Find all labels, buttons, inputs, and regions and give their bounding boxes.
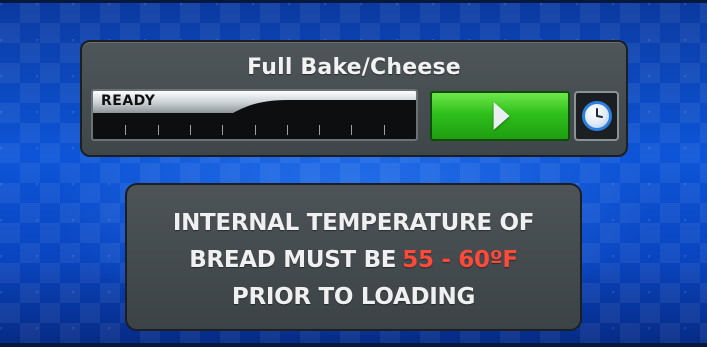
status-label: READY	[101, 93, 156, 109]
progress-tick	[189, 125, 191, 135]
progress-ticks	[93, 125, 416, 135]
progress-tick	[286, 125, 288, 135]
notice-panel: INTERNAL TEMPERATURE OF BREAD MUST BE 55 …	[125, 183, 582, 331]
program-title: Full Bake/Cheese	[247, 55, 461, 80]
notice-line-2-prefix: BREAD MUST BE	[189, 247, 397, 273]
progress-tick	[351, 125, 353, 135]
oven-screen: Full Bake/Cheese READY INTERNAL TEMPERAT…	[0, 0, 707, 347]
temperature-range: 55 - 60ºF	[402, 247, 518, 273]
notice-line-3: PRIOR TO LOADING	[231, 284, 476, 310]
progress-tick	[125, 125, 127, 135]
progress-tick	[254, 125, 256, 135]
progress-tick	[157, 125, 159, 135]
start-button[interactable]	[430, 91, 570, 141]
progress-tick	[319, 125, 321, 135]
notice-line-2: BREAD MUST BE 55 - 60ºF	[127, 247, 580, 273]
progress-bar: READY	[91, 89, 418, 141]
progress-tick	[383, 125, 385, 135]
notice-line-1: INTERNAL TEMPERATURE OF	[172, 210, 535, 236]
play-icon	[493, 102, 510, 130]
program-panel: Full Bake/Cheese READY	[80, 40, 628, 157]
timer-button[interactable]	[574, 91, 619, 141]
progress-tick	[222, 125, 224, 135]
clock-icon	[582, 101, 612, 131]
